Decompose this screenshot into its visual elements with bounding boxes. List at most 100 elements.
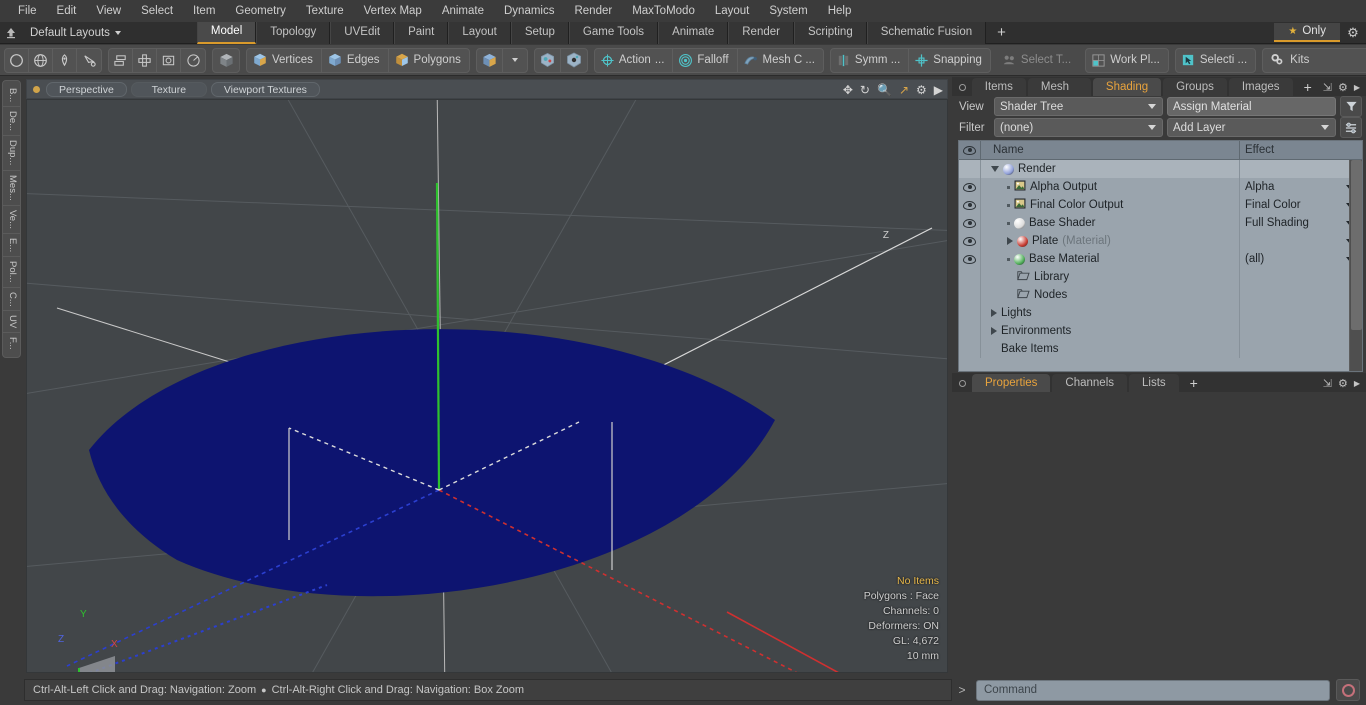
shader-tree-row[interactable]: Bake Items (959, 340, 1362, 358)
left-tool-tab-0[interactable]: B... (3, 84, 20, 108)
viewport-shading-mode-button[interactable]: Texture (130, 81, 207, 97)
panel-state-dot[interactable] (959, 84, 966, 91)
row-visibility-toggle[interactable] (959, 232, 981, 250)
left-tool-tab-4[interactable]: Ve... (3, 206, 20, 234)
left-tool-tab-2[interactable]: Dup... (3, 136, 20, 171)
layout-tab-animate[interactable]: Animate (658, 21, 729, 44)
menu-item-animate[interactable]: Animate (432, 0, 494, 22)
scrollbar-thumb[interactable] (1351, 160, 1362, 330)
panel-tab-groups[interactable]: Groups (1163, 78, 1227, 96)
viewport-texture-mode-button[interactable]: Viewport Textures (210, 81, 320, 97)
select-through-button[interactable]: Select T... (997, 49, 1079, 72)
zoom-icon[interactable]: 🔍 (877, 84, 892, 96)
radial-icon[interactable] (181, 49, 205, 72)
left-tool-tab-3[interactable]: Mes... (3, 171, 20, 206)
left-tool-tab-5[interactable]: E... (3, 234, 20, 257)
selection-mode-edges[interactable]: Edges (322, 48, 389, 72)
panel-tab-shading[interactable]: Shading (1092, 78, 1162, 96)
row-effect-cell[interactable]: (all) (1240, 250, 1362, 268)
add-panel-tab-button[interactable]: + (1295, 78, 1321, 96)
left-tool-tab-7[interactable]: C... (3, 288, 20, 312)
panel-tab-images[interactable]: Images (1228, 78, 1293, 96)
pen-icon[interactable] (53, 48, 77, 72)
menu-item-help[interactable]: Help (818, 0, 862, 22)
layout-tab-layout[interactable]: Layout (448, 21, 511, 44)
rotate-icon[interactable]: ↻ (860, 84, 870, 96)
gear-icon[interactable]: ⚙ (1338, 81, 1348, 94)
chevron-right-icon[interactable] (1007, 237, 1013, 245)
center-icon[interactable] (133, 48, 157, 72)
menu-item-system[interactable]: System (759, 0, 817, 22)
chevron-right-icon[interactable] (991, 327, 997, 335)
left-tool-tab-8[interactable]: UV (3, 311, 20, 334)
panel-tab-items[interactable]: Items (971, 78, 1026, 96)
properties-state-dot[interactable] (959, 380, 966, 387)
add-properties-tab-button[interactable]: + (1181, 374, 1207, 392)
shader-tree-row[interactable]: Lights (959, 304, 1362, 322)
eye-icon[interactable] (963, 182, 976, 192)
item-mode-caret[interactable] (503, 49, 527, 72)
shader-tree-row[interactable]: Base Shader Full Shading (959, 214, 1362, 232)
chevron-right-icon[interactable]: ▶ (1354, 379, 1360, 388)
symmetry-button[interactable]: Symm ... (831, 48, 910, 72)
viewport-view-mode-button[interactable]: Perspective (46, 81, 127, 97)
left-tool-tab-6[interactable]: Pol... (3, 257, 20, 288)
selection-sets-button[interactable]: Selecti ... (1176, 49, 1255, 72)
layout-tab-model[interactable]: Model (196, 21, 257, 44)
row-visibility-toggle[interactable] (959, 178, 981, 196)
item-cube-icon[interactable] (477, 48, 503, 72)
shader-tree-row[interactable]: Nodes (959, 286, 1362, 304)
menu-item-vertex-map[interactable]: Vertex Map (354, 0, 432, 22)
left-tool-tab-1[interactable]: De... (3, 107, 20, 137)
layout-tab-setup[interactable]: Setup (510, 21, 569, 44)
assign-material-field[interactable]: Assign Material (1167, 97, 1336, 116)
fit-icon[interactable]: ↗ (899, 84, 909, 96)
work-plane-button[interactable]: Work Pl... (1086, 49, 1168, 72)
chevron-down-icon[interactable] (991, 166, 999, 172)
command-input[interactable]: Command (976, 679, 1330, 701)
mesh-constraint-button[interactable]: Mesh C ... (738, 49, 823, 72)
menu-item-layout[interactable]: Layout (705, 0, 760, 22)
eye-icon[interactable] (963, 254, 976, 264)
chevron-right-icon[interactable]: ▶ (1354, 83, 1360, 92)
menu-item-select[interactable]: Select (131, 0, 183, 22)
layout-preset-selector[interactable]: Default Layouts (22, 27, 129, 39)
shader-tree[interactable]: Name Effect Render Alpha Output Alpha Final… (958, 140, 1363, 372)
viewport-3d-canvas[interactable]: Y X Z Z No Items Polygons : Face Channel… (26, 99, 948, 673)
menu-item-dynamics[interactable]: Dynamics (494, 0, 564, 22)
shader-tree-row[interactable]: Final Color Output Final Color (959, 196, 1362, 214)
pivot-icon-1[interactable] (535, 48, 561, 72)
layout-tab-schematic-fusion[interactable]: Schematic Fusion (866, 21, 987, 44)
shader-tree-row[interactable]: Environments (959, 322, 1362, 340)
menu-item-maxtomodo[interactable]: MaxToModo (622, 0, 705, 22)
shader-tree-row[interactable]: Plate (Material) (959, 232, 1362, 250)
menu-item-view[interactable]: View (86, 0, 131, 22)
layout-tab-game-tools[interactable]: Game Tools (568, 21, 659, 44)
row-visibility-toggle[interactable] (959, 250, 981, 268)
action-center-button[interactable]: Action ... (595, 48, 674, 72)
cube-icon[interactable] (213, 49, 239, 72)
eye-icon[interactable] (963, 218, 976, 228)
expand-icon[interactable]: ⇲ (1323, 81, 1332, 94)
falloff-button[interactable]: Falloff (673, 48, 738, 72)
add-layer-select[interactable]: Add Layer (1167, 118, 1336, 137)
properties-tab-lists[interactable]: Lists (1129, 374, 1179, 392)
expand-icon[interactable]: ⇲ (1323, 377, 1332, 390)
align-icon[interactable] (109, 48, 133, 72)
row-effect-cell[interactable]: Full Shading (1240, 214, 1362, 232)
menu-item-texture[interactable]: Texture (296, 0, 354, 22)
menu-item-file[interactable]: File (8, 0, 47, 22)
row-effect-cell[interactable] (1240, 232, 1362, 250)
layout-tab-render[interactable]: Render (728, 21, 794, 44)
selection-mode-vertices[interactable]: Vertices (247, 48, 322, 72)
layout-tab-paint[interactable]: Paint (394, 21, 449, 44)
row-effect-cell[interactable]: Alpha (1240, 178, 1362, 196)
layout-tab-scripting[interactable]: Scripting (793, 21, 867, 44)
menu-item-item[interactable]: Item (183, 0, 225, 22)
kits-button[interactable]: Kits (1263, 49, 1366, 72)
pivot-icon-2[interactable] (561, 49, 587, 72)
shader-tree-view-select[interactable]: Shader Tree (994, 97, 1163, 116)
gear-icon[interactable]: ⚙ (1338, 377, 1348, 390)
curve-icon[interactable] (77, 49, 101, 72)
only-toggle-button[interactable]: ★ Only (1274, 23, 1340, 42)
